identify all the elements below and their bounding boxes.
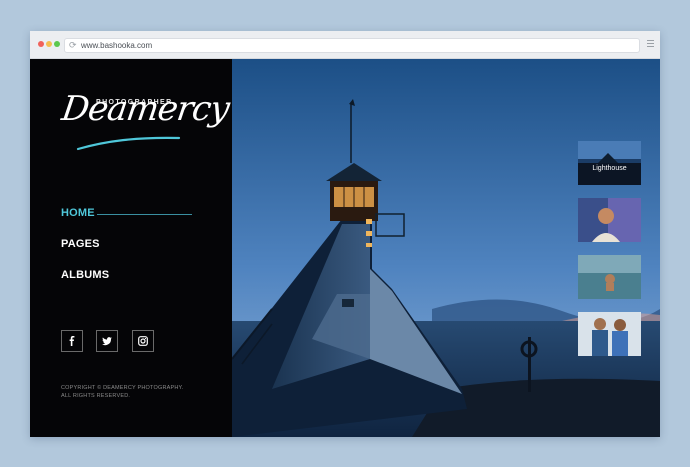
nav-albums[interactable]: ALBUMS	[61, 269, 109, 281]
website: PHOTOGRAPHER Deamercy HOME PAGES ALBUMS	[30, 59, 660, 437]
copyright-line-1: COPYRIGHT © DEAMERCY PHOTOGRAPHY.	[61, 385, 184, 391]
twitter-link[interactable]	[96, 330, 119, 352]
twitter-icon	[102, 337, 113, 346]
logo[interactable]: Deamercy	[59, 89, 231, 129]
thumb-portrait-man-image	[578, 198, 641, 242]
thumb-lighthouse-image	[578, 141, 641, 185]
main-nav: HOME PAGES ALBUMS	[61, 207, 109, 300]
copyright-line-2: ALL RIGHTS RESERVED.	[61, 393, 131, 399]
minimize-window-button[interactable]	[46, 41, 52, 47]
facebook-link[interactable]	[61, 330, 83, 352]
url-text: www.bashooka.com	[81, 41, 153, 50]
facebook-icon	[69, 336, 75, 346]
maximize-window-button[interactable]	[54, 41, 60, 47]
nav-pages[interactable]: PAGES	[61, 238, 109, 250]
gallery-thumbnails: Lighthouse	[578, 141, 641, 369]
thumb-portrait-man[interactable]	[578, 198, 641, 242]
logo-swoosh-icon	[76, 136, 181, 151]
copyright: COPYRIGHT © DEAMERCY PHOTOGRAPHY. ALL RI…	[61, 384, 183, 400]
thumb-couple[interactable]	[578, 312, 641, 356]
active-nav-indicator	[97, 214, 192, 215]
close-window-button[interactable]	[38, 41, 44, 47]
thumb-caption: Lighthouse	[592, 165, 627, 172]
reload-icon[interactable]: ⟳	[69, 40, 77, 51]
instagram-icon	[138, 336, 148, 346]
hamburger-icon[interactable]	[647, 40, 654, 49]
thumb-couple-image	[578, 312, 641, 356]
sidebar: PHOTOGRAPHER Deamercy HOME PAGES ALBUMS	[30, 59, 232, 437]
social-links	[61, 330, 163, 352]
thumb-lighthouse[interactable]: Lighthouse	[578, 141, 641, 185]
browser-window: ⟳ www.bashooka.com PHOTOGRAPHER Deamercy…	[30, 31, 660, 437]
thumb-swimmer-image	[578, 255, 641, 299]
thumb-swimmer[interactable]	[578, 255, 641, 299]
browser-toolbar: ⟳ www.bashooka.com	[30, 31, 660, 59]
address-bar[interactable]: ⟳ www.bashooka.com	[64, 38, 640, 53]
nav-home[interactable]: HOME	[61, 207, 109, 219]
instagram-link[interactable]	[131, 330, 154, 352]
